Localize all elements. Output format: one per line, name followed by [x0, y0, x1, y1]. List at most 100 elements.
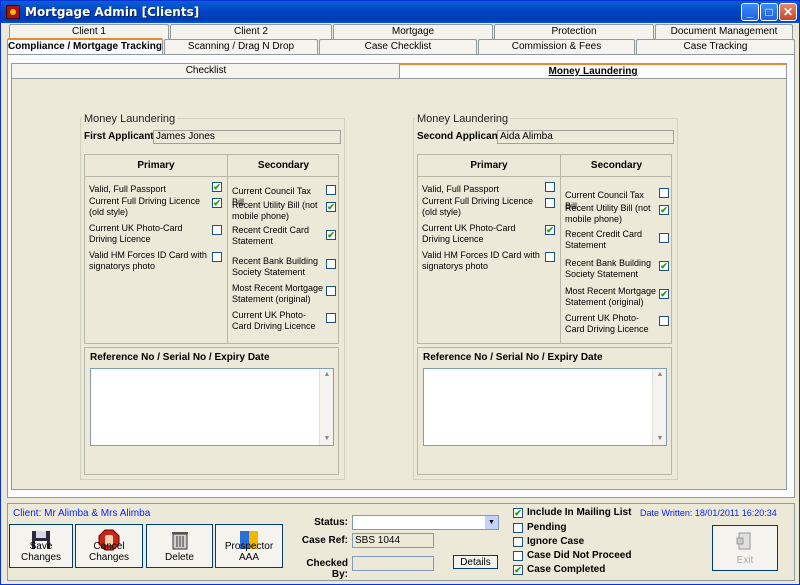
primary-checkbox[interactable]: ✔: [212, 182, 222, 192]
secondary-item-label: Recent Utility Bill (not mobile phone): [565, 203, 651, 224]
prospector-aaa-button[interactable]: Prospector AAA: [215, 524, 283, 568]
secondary-checkbox[interactable]: ✔: [659, 289, 669, 299]
scroll-up-icon[interactable]: ▲: [654, 369, 666, 381]
scroll-down-icon[interactable]: ▼: [321, 433, 333, 445]
primary-checkbox[interactable]: [545, 182, 555, 192]
secondary-checkbox[interactable]: ✔: [326, 202, 336, 212]
delete-button[interactable]: Delete: [146, 524, 213, 568]
delete-label: Delete: [165, 552, 194, 563]
save-changes-button[interactable]: Save Changes: [9, 524, 73, 568]
column-divider: [227, 155, 228, 343]
chevron-down-icon[interactable]: ▼: [485, 516, 498, 529]
tab-scanning-drag-n-drop[interactable]: Scanning / Drag N Drop: [164, 39, 318, 54]
option-label: Case Did Not Proceed: [527, 550, 632, 561]
secondary-item-label: Recent Credit Card Statement: [232, 225, 310, 246]
prospector-aaa-label: Prospector AAA: [224, 541, 274, 563]
exit-button[interactable]: Exit: [712, 525, 778, 571]
inner-tab-row: Checklist Money Laundering: [11, 63, 787, 79]
secondary-checkbox[interactable]: ✔: [659, 261, 669, 271]
option-checkbox[interactable]: [513, 537, 523, 547]
case-ref-field[interactable]: SBS 1044: [352, 533, 434, 548]
app-icon: [6, 5, 20, 19]
cancel-changes-button[interactable]: Cancel Changes: [75, 524, 143, 568]
checked-by-field[interactable]: [352, 556, 434, 571]
tab-mortgage[interactable]: Mortgage: [333, 24, 493, 39]
option-label: Case Completed: [527, 564, 606, 575]
trash-bin-icon: [171, 532, 188, 550]
primary-checkbox[interactable]: [212, 252, 222, 262]
case-ref-label: Case Ref:: [301, 535, 348, 546]
secondary-checkbox[interactable]: [326, 259, 336, 269]
tab-row-2: Compliance / Mortgage Tracking Scanning …: [7, 38, 795, 55]
primary-header: Primary: [85, 155, 227, 177]
secondary-checkbox[interactable]: [326, 313, 336, 323]
secondary-checkbox[interactable]: ✔: [326, 230, 336, 240]
primary-checkbox[interactable]: [545, 198, 555, 208]
tab-document-management[interactable]: Document Management: [655, 24, 793, 39]
primary-checkbox[interactable]: [212, 225, 222, 235]
option-checkbox[interactable]: [513, 551, 523, 561]
tab-checklist[interactable]: Checklist: [11, 63, 401, 79]
exit-door-icon: [736, 532, 751, 550]
minimize-button[interactable]: _: [741, 3, 759, 21]
tab-case-tracking[interactable]: Case Tracking: [636, 39, 795, 54]
tab-row-1: Client 1 Client 2 Mortgage Protection Do…: [7, 24, 795, 39]
id-document-grid: Primary Secondary Valid, Full Passport C…: [417, 154, 672, 344]
id-document-grid: Primary Secondary Valid, Full Passport ✔…: [84, 154, 339, 344]
scrollbar[interactable]: ▲ ▼: [652, 369, 666, 445]
first-applicant-name: James Jones: [153, 130, 341, 144]
secondary-item-label: Recent Bank Building Society Statement: [565, 258, 652, 279]
secondary-item-label: Recent Bank Building Society Statement: [232, 256, 319, 277]
details-button[interactable]: Details: [453, 555, 498, 569]
option-checkbox[interactable]: ✔: [513, 508, 523, 518]
client-name: Client: Mr Alimba & Mrs Alimba: [13, 508, 151, 519]
primary-checkbox[interactable]: [545, 252, 555, 262]
primary-item-label: Valid, Full Passport: [422, 184, 499, 194]
tab-client-1[interactable]: Client 1: [9, 24, 169, 39]
secondary-checkbox[interactable]: [659, 233, 669, 243]
reference-box: Reference No / Serial No / Expiry Date ▲…: [417, 347, 672, 475]
app-window: Mortgage Admin [Clients] _ □ ✕ Client 1 …: [0, 0, 800, 585]
group-legend: Money Laundering: [415, 113, 511, 125]
tab-protection[interactable]: Protection: [494, 24, 654, 39]
secondary-checkbox[interactable]: [326, 185, 336, 195]
tab-client-2[interactable]: Client 2: [170, 24, 332, 39]
second-applicant-group: Money Laundering Second Applicant Aida A…: [413, 113, 678, 480]
tab-compliance-mortgage-tracking[interactable]: Compliance / Mortgage Tracking: [7, 38, 163, 55]
reference-textarea[interactable]: ▲ ▼: [90, 368, 334, 446]
primary-item-label: Valid HM Forces ID Card with signatorys …: [422, 250, 540, 271]
title-bar: Mortgage Admin [Clients] _ □ ✕: [1, 1, 799, 23]
tab-money-laundering[interactable]: Money Laundering: [399, 63, 787, 79]
secondary-checkbox[interactable]: [326, 286, 336, 296]
tab-commission-fees[interactable]: Commission & Fees: [478, 39, 635, 54]
group-legend: Money Laundering: [82, 113, 178, 125]
secondary-checkbox[interactable]: ✔: [659, 205, 669, 215]
primary-item-label: Current UK Photo-Card Driving Licence: [89, 223, 183, 244]
status-label: Status:: [314, 517, 348, 528]
scrollbar[interactable]: ▲ ▼: [319, 369, 333, 445]
secondary-item-label: Most Recent Mortgage Statement (original…: [232, 283, 324, 304]
primary-item-label: Current Full Driving Licence (old style): [89, 196, 201, 217]
primary-item-label: Current UK Photo-Card Driving Licence: [422, 223, 516, 244]
primary-checkbox[interactable]: ✔: [212, 198, 222, 208]
column-divider: [560, 155, 561, 343]
primary-checkbox[interactable]: ✔: [545, 225, 555, 235]
scroll-down-icon[interactable]: ▼: [654, 433, 666, 445]
first-applicant-label: First Applicant: [84, 131, 154, 142]
option-label: Include In Mailing List: [527, 507, 632, 518]
secondary-checkbox[interactable]: [659, 316, 669, 326]
option-checkbox[interactable]: [513, 523, 523, 533]
tab-case-checklist[interactable]: Case Checklist: [319, 39, 477, 54]
secondary-header: Secondary: [228, 155, 339, 177]
secondary-checkbox[interactable]: [659, 188, 669, 198]
status-select[interactable]: ▼: [352, 515, 499, 530]
close-button[interactable]: ✕: [779, 3, 797, 21]
exit-label: Exit: [736, 555, 754, 566]
secondary-item-label: Most Recent Mortgage Statement (original…: [565, 286, 657, 307]
reference-textarea[interactable]: ▲ ▼: [423, 368, 667, 446]
scroll-up-icon[interactable]: ▲: [321, 369, 333, 381]
secondary-item-label: Current UK Photo-Card Driving Licence: [232, 310, 316, 331]
option-checkbox[interactable]: ✔: [513, 565, 523, 575]
primary-item-label: Current Full Driving Licence (old style): [422, 196, 534, 217]
maximize-button[interactable]: □: [760, 3, 778, 21]
